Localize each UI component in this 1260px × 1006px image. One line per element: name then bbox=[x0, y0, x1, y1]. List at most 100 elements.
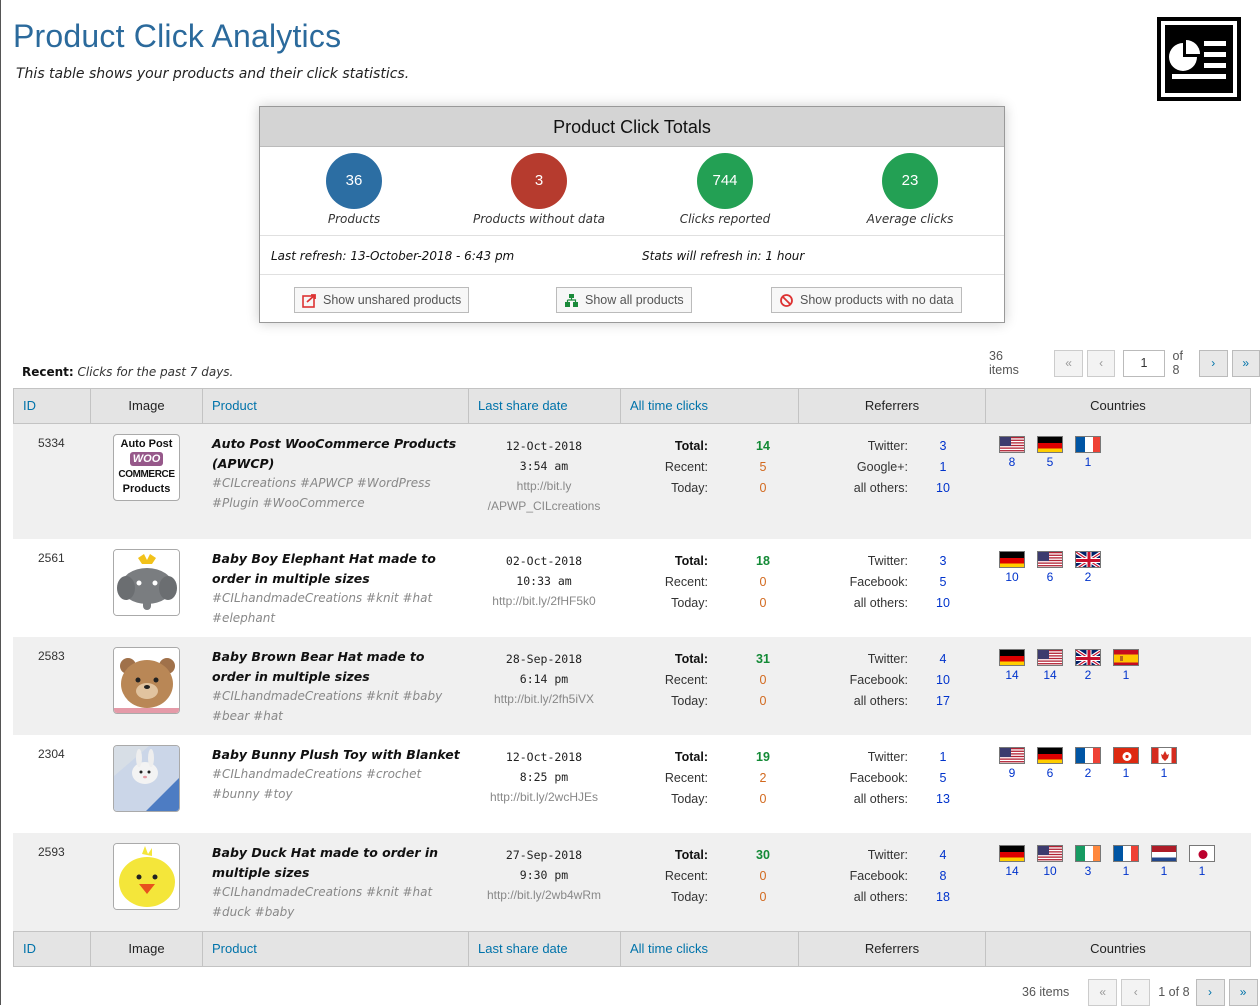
referrer-line: Facebook: 5 bbox=[803, 768, 973, 789]
country-count[interactable]: 14 bbox=[993, 864, 1031, 878]
referrer-count[interactable]: 10 bbox=[933, 478, 953, 499]
referrer-count[interactable]: 18 bbox=[933, 887, 953, 908]
show-unshared-button[interactable]: Show unshared products bbox=[294, 287, 469, 313]
product-thumbnail[interactable] bbox=[113, 549, 180, 616]
referrer-count[interactable]: 5 bbox=[933, 768, 953, 789]
country-count[interactable]: 5 bbox=[1031, 455, 1069, 469]
country-count[interactable]: 3 bbox=[1069, 864, 1107, 878]
product-name[interactable]: Baby Brown Bear Hat made to order in mul… bbox=[212, 647, 467, 687]
page-total: of 8 bbox=[1173, 349, 1193, 377]
country-count[interactable]: 10 bbox=[1031, 864, 1069, 878]
country-count[interactable]: 1 bbox=[1107, 766, 1145, 780]
current-page-input[interactable]: 1 bbox=[1123, 350, 1164, 377]
prev-page-button[interactable]: ‹ bbox=[1121, 979, 1150, 1006]
col-product[interactable]: Product bbox=[203, 389, 469, 423]
click-stats: Total:19 Recent:2 Today:0 bbox=[633, 747, 773, 810]
share-date: 12-Oct-2018 bbox=[469, 436, 619, 456]
referrer-line: Facebook: 10 bbox=[803, 670, 973, 691]
country-count[interactable]: 1 bbox=[1069, 455, 1107, 469]
product-name[interactable]: Baby Boy Elephant Hat made to order in m… bbox=[212, 549, 467, 589]
share-url[interactable]: http://bit.ly/2wcHJEs bbox=[469, 787, 619, 807]
share-url[interactable]: http://bit.ly/2fHF5k0 bbox=[469, 591, 619, 611]
col-all-time-clicks[interactable]: All time clicks bbox=[621, 389, 799, 423]
show-no-data-label: Show products with no data bbox=[800, 293, 954, 307]
recent-label: Recent: bbox=[665, 768, 708, 789]
referrer-count[interactable]: 10 bbox=[933, 670, 953, 691]
country-count[interactable]: 2 bbox=[1069, 570, 1107, 584]
last-page-button[interactable]: » bbox=[1232, 350, 1260, 377]
flag-ca-icon bbox=[1151, 747, 1177, 764]
flag-fr-icon bbox=[1113, 845, 1139, 862]
product-id: 2561 bbox=[38, 551, 65, 565]
referrer-count[interactable]: 13 bbox=[933, 789, 953, 810]
country-count[interactable]: 1 bbox=[1145, 864, 1183, 878]
product-tags: #CILhandmadeCreations #knit #baby #bear … bbox=[212, 687, 467, 726]
country-count[interactable]: 2 bbox=[1069, 766, 1107, 780]
first-page-button[interactable]: « bbox=[1088, 979, 1117, 1006]
referrer-count[interactable]: 4 bbox=[933, 845, 953, 866]
product-name[interactable]: Baby Duck Hat made to order in multiple … bbox=[212, 843, 467, 883]
product-thumbnail[interactable] bbox=[113, 843, 180, 910]
col-id[interactable]: ID bbox=[14, 389, 91, 423]
country-count[interactable]: 14 bbox=[1031, 668, 1069, 682]
first-page-button[interactable]: « bbox=[1054, 350, 1082, 377]
total-label: Total: bbox=[675, 845, 708, 866]
referrer-name: Twitter: bbox=[868, 845, 908, 866]
share-url[interactable]: http://bit.ly/2wb4wRm bbox=[469, 885, 619, 905]
col-last-share-date[interactable]: Last share date bbox=[469, 389, 621, 423]
referrer-line: Twitter: 3 bbox=[803, 436, 973, 457]
product-tags: #CILhandmadeCreations #crochet #bunny #t… bbox=[212, 765, 467, 804]
flag-nl-icon bbox=[1151, 845, 1177, 862]
country-count[interactable]: 9 bbox=[993, 766, 1031, 780]
referrer-count[interactable]: 5 bbox=[933, 572, 953, 593]
referrer-count[interactable]: 3 bbox=[933, 436, 953, 457]
col-product[interactable]: Product bbox=[203, 932, 469, 966]
product-name[interactable]: Baby Bunny Plush Toy with Blanket bbox=[212, 745, 467, 765]
referrer-count[interactable]: 10 bbox=[933, 593, 953, 614]
product-thumbnail[interactable] bbox=[113, 745, 180, 812]
product-name[interactable]: Auto Post WooCommerce Products (APWCP) bbox=[212, 434, 467, 474]
share-url[interactable]: http://bit.ly/2fh5iVX bbox=[469, 689, 619, 709]
prev-page-button[interactable]: ‹ bbox=[1087, 350, 1115, 377]
recent-label: Recent: bbox=[22, 365, 74, 379]
col-id[interactable]: ID bbox=[14, 932, 91, 966]
product-thumbnail[interactable]: Auto Post WOO COMMERCE Products bbox=[113, 434, 180, 501]
product-thumbnail[interactable] bbox=[113, 647, 180, 714]
recent-caption: Recent: Clicks for the past 7 days. bbox=[22, 365, 233, 379]
thumb-line: Auto Post bbox=[114, 437, 179, 452]
country-count[interactable]: 10 bbox=[993, 570, 1031, 584]
country-count[interactable]: 2 bbox=[1069, 668, 1107, 682]
country-count[interactable]: 1 bbox=[1183, 864, 1221, 878]
col-last-share-date[interactable]: Last share date bbox=[469, 932, 621, 966]
next-page-button[interactable]: › bbox=[1196, 979, 1225, 1006]
country-count[interactable]: 14 bbox=[993, 668, 1031, 682]
country-count[interactable]: 1 bbox=[1107, 668, 1145, 682]
referrer-count[interactable]: 1 bbox=[933, 457, 953, 478]
referrer-count[interactable]: 4 bbox=[933, 649, 953, 670]
col-referrers: Referrers bbox=[799, 389, 986, 423]
show-no-data-button[interactable]: Show products with no data bbox=[771, 287, 962, 313]
share-url[interactable]: http://bit.ly /APWP_CILcreations bbox=[469, 476, 619, 516]
ban-icon bbox=[779, 293, 794, 308]
show-all-button[interactable]: Show all products bbox=[556, 287, 692, 313]
referrer-count[interactable]: 3 bbox=[933, 551, 953, 572]
country-count[interactable]: 6 bbox=[1031, 766, 1069, 780]
referrer-count[interactable]: 8 bbox=[933, 866, 953, 887]
table-row: 2583 Baby Brown Bear Hat made to order i… bbox=[13, 637, 1251, 735]
referrer-line: Google+: 1 bbox=[803, 457, 973, 478]
referrer-name: all others: bbox=[854, 691, 908, 712]
flag-fr-icon bbox=[1075, 747, 1101, 764]
referrer-count[interactable]: 1 bbox=[933, 747, 953, 768]
flag-hk-icon bbox=[1113, 747, 1139, 764]
last-page-button[interactable]: » bbox=[1229, 979, 1258, 1006]
next-page-button[interactable]: › bbox=[1199, 350, 1227, 377]
country-count[interactable]: 8 bbox=[993, 455, 1031, 469]
referrer-line: Facebook: 5 bbox=[803, 572, 973, 593]
col-all-time-clicks[interactable]: All time clicks bbox=[621, 932, 799, 966]
country-count[interactable]: 1 bbox=[1107, 864, 1145, 878]
country-count[interactable]: 1 bbox=[1145, 766, 1183, 780]
referrer-count[interactable]: 17 bbox=[933, 691, 953, 712]
country-count[interactable]: 6 bbox=[1031, 570, 1069, 584]
today-clicks: 0 bbox=[748, 789, 778, 810]
recent-clicks: 2 bbox=[748, 768, 778, 789]
